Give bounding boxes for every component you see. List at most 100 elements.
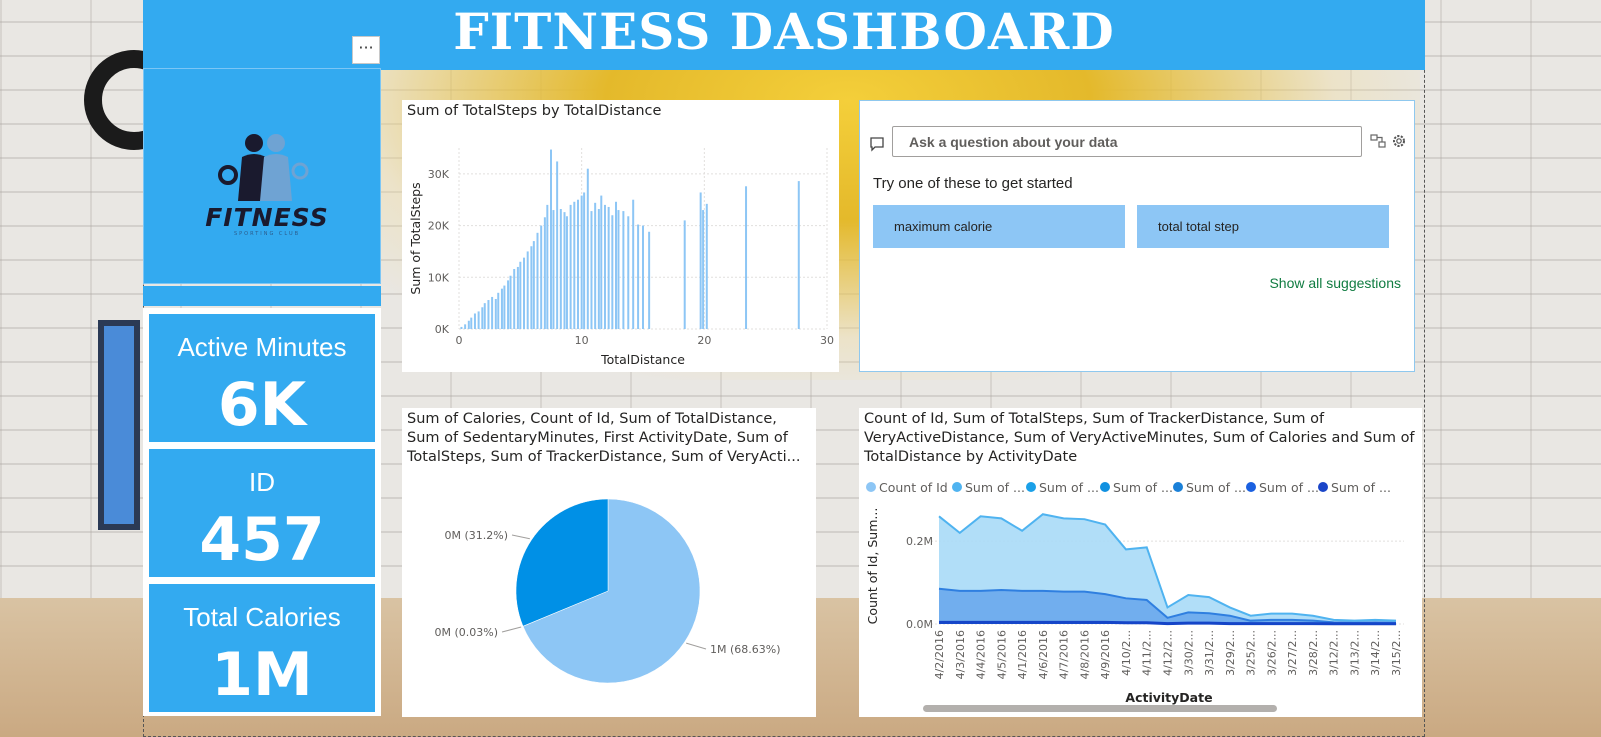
legend-marker <box>1173 482 1183 492</box>
bar[interactable] <box>797 181 800 329</box>
bar[interactable] <box>648 231 651 329</box>
y-axis-title: Sum of TotalSteps <box>408 182 423 294</box>
x-tick-label: 4/6/2016 <box>1037 630 1050 679</box>
show-all-suggestions-link[interactable]: Show all suggestions <box>1269 275 1401 291</box>
bar[interactable] <box>550 149 552 329</box>
x-tick-label: 3/27/2... <box>1286 630 1299 676</box>
bar[interactable] <box>513 269 516 329</box>
legend-item[interactable]: Sum of ... <box>1259 480 1319 495</box>
bar[interactable] <box>611 215 614 329</box>
legend-item[interactable]: Count of Id <box>879 480 948 495</box>
pie-leader-line <box>511 534 530 540</box>
bar[interactable] <box>481 307 484 329</box>
bar[interactable] <box>477 311 480 329</box>
legend-item[interactable]: Sum of ... <box>1186 480 1246 495</box>
bar[interactable] <box>642 225 644 329</box>
bar[interactable] <box>683 220 686 329</box>
x-tick-label: 3/25/2... <box>1245 630 1258 676</box>
bar[interactable] <box>590 211 593 329</box>
bar[interactable] <box>705 203 708 329</box>
bar[interactable] <box>600 195 603 329</box>
bar[interactable] <box>532 241 535 329</box>
bar[interactable] <box>576 199 579 329</box>
kpi-card-id[interactable]: ID 457 <box>149 449 375 577</box>
bar[interactable] <box>607 206 610 329</box>
bar[interactable] <box>615 201 618 329</box>
bar[interactable] <box>516 266 519 329</box>
qa-visual-card[interactable]: Try one of these to get started maximum … <box>859 100 1415 372</box>
bar[interactable] <box>559 209 562 329</box>
bar[interactable] <box>507 280 510 329</box>
bar[interactable] <box>540 225 543 329</box>
bar[interactable] <box>622 211 625 329</box>
kpi-value: 457 <box>199 505 325 575</box>
qa-question-input[interactable] <box>892 126 1362 157</box>
bar[interactable] <box>552 210 555 329</box>
bar[interactable] <box>494 299 497 329</box>
bar[interactable] <box>594 202 597 329</box>
pie-leader-line <box>501 626 522 633</box>
horizontal-scrollbar[interactable] <box>923 705 1277 712</box>
kpi-card-total-calories[interactable]: Total Calories 1M <box>149 584 375 712</box>
x-tick-label: 4/4/2016 <box>975 630 988 679</box>
bar[interactable] <box>565 216 568 329</box>
x-tick-label: 4/11/2... <box>1141 630 1154 676</box>
x-tick-label: 3/12/2... <box>1328 630 1341 676</box>
bar[interactable] <box>573 201 576 329</box>
legend-item[interactable]: Sum of ... <box>1039 480 1099 495</box>
pie-data-label: 0M (0.03%) <box>434 626 498 639</box>
bar[interactable] <box>500 288 503 329</box>
bar[interactable] <box>536 232 539 329</box>
logo-brand-text: FITNESS <box>205 203 329 232</box>
x-tick-label: 10 <box>575 334 589 347</box>
bar[interactable] <box>543 217 546 329</box>
kpi-card-active-minutes[interactable]: Active Minutes 6K <box>149 314 375 442</box>
qa-suggestion-chip[interactable]: total total step <box>1137 205 1389 248</box>
bar[interactable] <box>617 210 620 329</box>
legend-item[interactable]: Sum of ... <box>1113 480 1173 495</box>
bar[interactable] <box>569 204 572 329</box>
convert-visual-icon[interactable] <box>1370 133 1386 149</box>
calories-pie-chart-card[interactable]: Sum of Calories, Count of Id, Sum of Tot… <box>402 408 816 717</box>
bar[interactable] <box>509 275 512 329</box>
bar[interactable] <box>503 285 506 329</box>
gear-icon[interactable] <box>1391 133 1407 149</box>
bar[interactable] <box>473 313 476 329</box>
bar[interactable] <box>467 320 470 329</box>
bar[interactable] <box>483 303 486 329</box>
bar[interactable] <box>519 261 522 329</box>
bar[interactable] <box>526 251 529 329</box>
bar[interactable] <box>597 209 600 329</box>
bar[interactable] <box>637 224 640 329</box>
bar[interactable] <box>699 192 702 329</box>
steps-by-distance-chart: 0K 10K 20K 30K 0 10 20 30 TotalDistance Sum of To… <box>408 148 834 367</box>
activity-area-chart-card[interactable]: Count of Id, Sum of TotalSteps, Sum of T… <box>859 408 1422 717</box>
bar[interactable] <box>497 292 500 329</box>
legend-item[interactable]: Sum of ... <box>1331 480 1391 495</box>
qa-suggestion-chip[interactable]: maximum calorie <box>873 205 1125 248</box>
bar[interactable] <box>530 246 533 329</box>
kpi-value: 1M <box>211 640 313 710</box>
bar[interactable] <box>583 192 586 329</box>
steps-by-distance-chart-card[interactable]: Sum of TotalSteps by TotalDistance 0K 10K… <box>402 100 839 372</box>
y-tick-label: 20K <box>428 220 450 233</box>
bar[interactable] <box>580 195 583 329</box>
bar[interactable] <box>627 216 630 329</box>
bar[interactable] <box>460 326 463 329</box>
legend-item[interactable]: Sum of ... <box>965 480 1025 495</box>
bar[interactable] <box>702 210 705 329</box>
bar[interactable] <box>487 300 490 329</box>
bar[interactable] <box>556 161 559 329</box>
bar[interactable] <box>586 168 589 329</box>
bar[interactable] <box>745 186 748 329</box>
bar[interactable] <box>546 204 549 329</box>
bar[interactable] <box>491 296 494 329</box>
bar[interactable] <box>523 257 526 329</box>
more-options-button[interactable]: ··· <box>352 36 380 64</box>
bar[interactable] <box>603 204 606 329</box>
logo-panel[interactable]: FITNESS SPORTING CLUB <box>143 68 381 284</box>
bar[interactable] <box>464 324 467 329</box>
bar[interactable] <box>563 212 566 329</box>
bar[interactable] <box>470 317 473 329</box>
bar[interactable] <box>632 199 635 329</box>
